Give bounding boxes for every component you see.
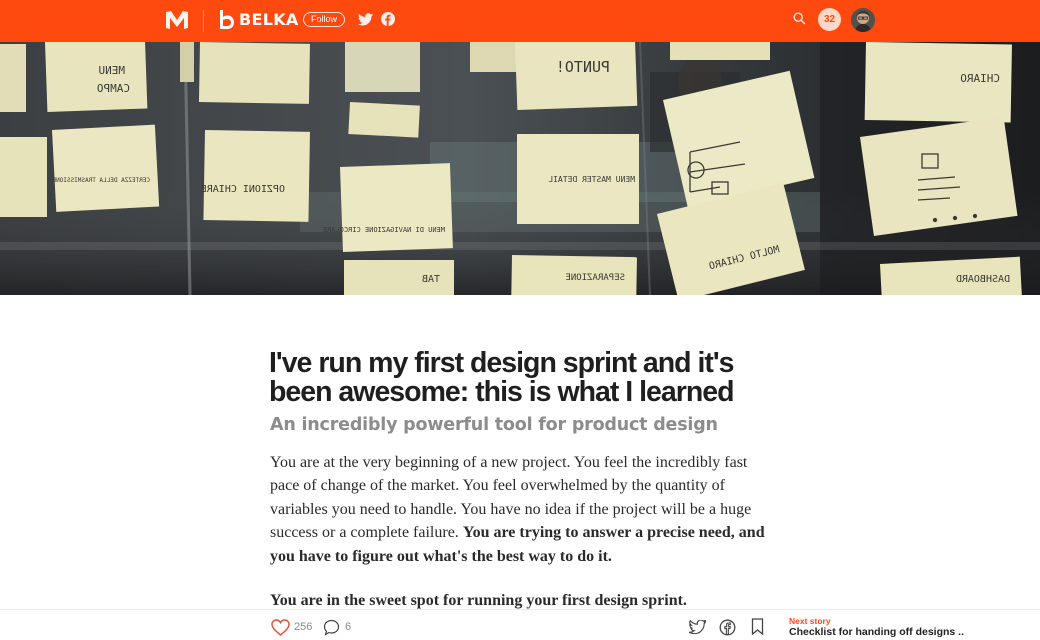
note-tab: TAB	[422, 274, 440, 285]
article-subtitle: An incredibly powerful tool for product …	[270, 415, 718, 435]
twitter-icon[interactable]	[358, 13, 373, 26]
note-opzioni: OPZIONI CHIARE	[201, 184, 285, 195]
note-chiaro: CHIARO	[960, 72, 1000, 85]
note-certezza: CERTEZZA DELLA TRASMISSIONE	[52, 177, 150, 184]
user-avatar[interactable]	[851, 8, 875, 32]
publication-name: BELKA	[239, 10, 299, 29]
note-menu: MENU	[99, 64, 126, 77]
search-icon[interactable]	[793, 12, 806, 25]
bottom-action-bar: 256 6 Next story Checklist for handing o…	[0, 609, 1040, 640]
follow-button[interactable]: Follow	[303, 12, 345, 27]
next-story-link[interactable]: Checklist for handing off designs ...	[789, 626, 964, 638]
note-master-detail: MENU MASTER DETAIL	[548, 175, 635, 184]
belka-b-icon	[220, 10, 234, 29]
top-navigation-bar: BELKA Follow 32	[0, 0, 1040, 42]
note-separazione: SEPARAZIONE	[565, 273, 625, 283]
hero-image: CHIARO MENU CAMPO PUNTO! OPZIONI CHIARE …	[0, 42, 1040, 295]
notification-badge[interactable]: 32	[818, 8, 841, 31]
bookmark-icon[interactable]	[751, 618, 764, 635]
avatar-image	[851, 8, 875, 32]
note-punto: PUNTO!	[556, 58, 610, 76]
article-title: I've run my first design sprint and it's…	[269, 347, 735, 408]
note-dashboard: DASHBOARD	[956, 274, 1010, 285]
comment-icon[interactable]	[323, 619, 340, 636]
facebook-icon[interactable]	[381, 12, 395, 26]
header-divider	[203, 10, 204, 32]
publication-logo[interactable]: BELKA	[218, 9, 299, 30]
clap-count: 256	[294, 621, 313, 633]
article-paragraph-1: You are at the very beginning of a new p…	[270, 451, 765, 568]
note-menu-navigazione: MENU DI NAVIGAZIONE CIRCOLARE	[323, 226, 445, 234]
heart-icon[interactable]	[271, 619, 290, 636]
next-story-label: Next story	[789, 616, 831, 626]
medium-m-icon[interactable]	[165, 10, 189, 30]
facebook-share-icon[interactable]	[719, 619, 736, 636]
response-count: 6	[345, 621, 352, 633]
twitter-share-icon[interactable]	[689, 620, 706, 634]
note-campo: CAMPO	[97, 82, 130, 95]
